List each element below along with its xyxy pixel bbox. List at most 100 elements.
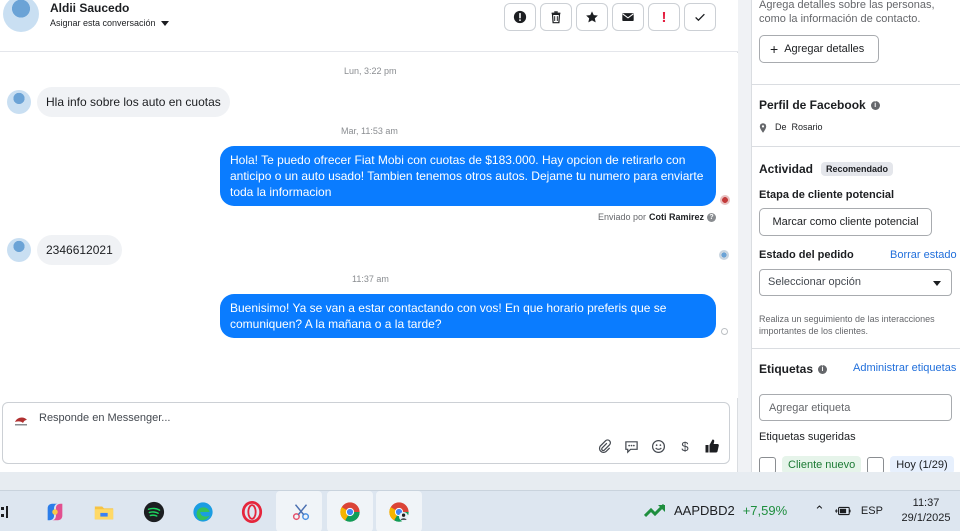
info-icon[interactable]: i bbox=[818, 364, 828, 374]
edge-icon bbox=[193, 502, 213, 522]
sent-by-prefix: Enviado por bbox=[597, 212, 646, 222]
spotify-button[interactable] bbox=[142, 500, 166, 524]
chevron-down-icon bbox=[160, 20, 169, 26]
edge-button[interactable] bbox=[191, 500, 215, 524]
select-value: Seleccionar opción bbox=[768, 276, 861, 288]
battery-plug-icon[interactable] bbox=[834, 505, 851, 517]
reply-input[interactable] bbox=[39, 412, 599, 424]
stock-name: AAPDBD2 bbox=[674, 503, 735, 518]
copilot-button[interactable] bbox=[43, 500, 67, 524]
tag-chip-today[interactable]: Hoy (1/29) bbox=[890, 456, 954, 472]
stock-change: +7,59% bbox=[742, 503, 788, 518]
outgoing-message: Hola! Te puedo ofrecer Fiat Mobi con cuo… bbox=[220, 146, 716, 206]
opera-button[interactable] bbox=[240, 500, 264, 524]
sent-by-name[interactable]: Coti Ramirez bbox=[649, 212, 704, 222]
question-icon: ? bbox=[707, 212, 716, 222]
timestamp: Mar, 11:53 am bbox=[341, 126, 398, 136]
divider bbox=[752, 146, 960, 147]
stock-widget[interactable]: AAPDBD2 +7,59% bbox=[644, 503, 787, 518]
clock-time: 11:37 bbox=[912, 497, 940, 509]
page-logo-icon bbox=[15, 417, 27, 426]
scissors-icon bbox=[292, 504, 310, 521]
tag-checkbox[interactable] bbox=[759, 456, 776, 472]
location-pin-icon bbox=[759, 122, 767, 133]
delete-button[interactable] bbox=[540, 3, 572, 31]
chat-scrollbar[interactable] bbox=[739, 0, 751, 472]
chevron-up-icon[interactable]: ⌃ bbox=[814, 503, 825, 519]
clear-status-link[interactable]: Borrar estado bbox=[890, 249, 957, 261]
manage-tags-link[interactable]: Administrar etiquetas bbox=[853, 362, 956, 374]
envelope-icon bbox=[622, 13, 634, 21]
sender-avatar bbox=[7, 90, 31, 114]
location-prefix: De bbox=[775, 122, 787, 132]
attach-button[interactable] bbox=[595, 437, 613, 455]
stock-trend-icon bbox=[644, 503, 666, 517]
file-explorer-button[interactable] bbox=[92, 500, 116, 524]
seen-avatar bbox=[719, 250, 729, 260]
system-tray: ⌃ ESP bbox=[814, 503, 883, 519]
contact-name[interactable]: Aldii Saucedo bbox=[50, 1, 129, 15]
payment-button[interactable]: $ bbox=[676, 437, 694, 455]
chrome-profile-icon bbox=[389, 502, 409, 522]
clock[interactable]: 11:37 29/1/2025 bbox=[898, 496, 954, 526]
mark-unread-button[interactable] bbox=[612, 3, 644, 31]
tags-title: Etiquetas i bbox=[759, 362, 828, 376]
dollar-icon: $ bbox=[681, 438, 689, 454]
activity-label: Actividad bbox=[759, 162, 814, 176]
plus-icon: + bbox=[770, 41, 779, 57]
mark-lead-button[interactable]: Marcar como cliente potencial bbox=[759, 208, 932, 236]
mark-done-button[interactable] bbox=[684, 3, 716, 31]
seen-avatar bbox=[720, 195, 730, 205]
lead-stage-label: Etapa de cliente potencial bbox=[759, 189, 895, 201]
clock-date: 29/1/2025 bbox=[901, 512, 951, 524]
alert-circle-icon bbox=[513, 10, 527, 24]
add-tag-input[interactable] bbox=[759, 394, 952, 421]
chrome-button[interactable] bbox=[338, 500, 362, 524]
location-link[interactable]: Rosario bbox=[792, 121, 823, 134]
like-button[interactable] bbox=[703, 437, 721, 455]
tags-label: Etiquetas bbox=[759, 362, 814, 376]
sender-avatar bbox=[7, 238, 31, 262]
star-button[interactable] bbox=[576, 3, 608, 31]
incoming-message: Hla info sobre los auto en cuotas bbox=[37, 87, 230, 117]
order-status-label: Estado del pedido bbox=[759, 249, 854, 261]
saved-replies-button[interactable] bbox=[622, 437, 640, 455]
tag-chip-new-client[interactable]: Cliente nuevo bbox=[782, 456, 862, 472]
language-indicator[interactable]: ESP bbox=[861, 505, 883, 517]
timestamp: Lun, 3:22 pm bbox=[344, 66, 397, 76]
chat-header: Aldii Saucedo Asignar esta conversación … bbox=[0, 0, 738, 52]
add-details-label: Agregar detalles bbox=[784, 43, 865, 55]
emoji-button[interactable] bbox=[649, 437, 667, 455]
info-icon[interactable]: i bbox=[870, 100, 880, 110]
report-button[interactable] bbox=[504, 3, 536, 31]
contact-details-panel: Agrega detalles sobre las personas, como… bbox=[751, 0, 960, 472]
assign-conversation-dropdown[interactable]: Asignar esta conversación bbox=[50, 18, 169, 28]
folder-icon bbox=[94, 506, 114, 520]
assign-label: Asignar esta conversación bbox=[50, 18, 156, 28]
chat-bubble-icon bbox=[624, 440, 638, 454]
conversation-actions: ! bbox=[504, 3, 716, 31]
task-view-button[interactable] bbox=[0, 500, 20, 524]
snipping-tool-button[interactable] bbox=[289, 500, 313, 524]
contact-avatar[interactable] bbox=[3, 0, 39, 32]
sent-status-icon bbox=[721, 328, 728, 335]
spam-button[interactable]: ! bbox=[648, 3, 680, 31]
star-icon bbox=[586, 11, 598, 23]
message-composer: $ bbox=[2, 402, 730, 464]
chrome-icon bbox=[340, 502, 360, 522]
chrome-profile-button[interactable] bbox=[387, 500, 411, 524]
composer-toolbar: $ bbox=[595, 437, 721, 455]
activity-title: Actividad Recomendado bbox=[759, 162, 894, 176]
recommended-badge: Recomendado bbox=[821, 162, 894, 176]
spotify-icon bbox=[143, 501, 165, 523]
facebook-profile-title: Perfil de Facebook i bbox=[759, 98, 880, 112]
task-view-icon bbox=[1, 506, 8, 518]
tag-checkbox[interactable] bbox=[867, 456, 885, 472]
smiley-icon bbox=[651, 439, 665, 453]
add-details-button[interactable]: + Agregar detalles bbox=[759, 35, 879, 63]
sent-by-label: Enviado por Coti Ramirez ? bbox=[598, 212, 716, 222]
paperclip-icon bbox=[598, 438, 611, 453]
window-bottom-strip bbox=[0, 472, 960, 490]
thumbs-up-icon bbox=[705, 439, 719, 453]
order-status-select[interactable]: Seleccionar opción bbox=[759, 269, 952, 296]
